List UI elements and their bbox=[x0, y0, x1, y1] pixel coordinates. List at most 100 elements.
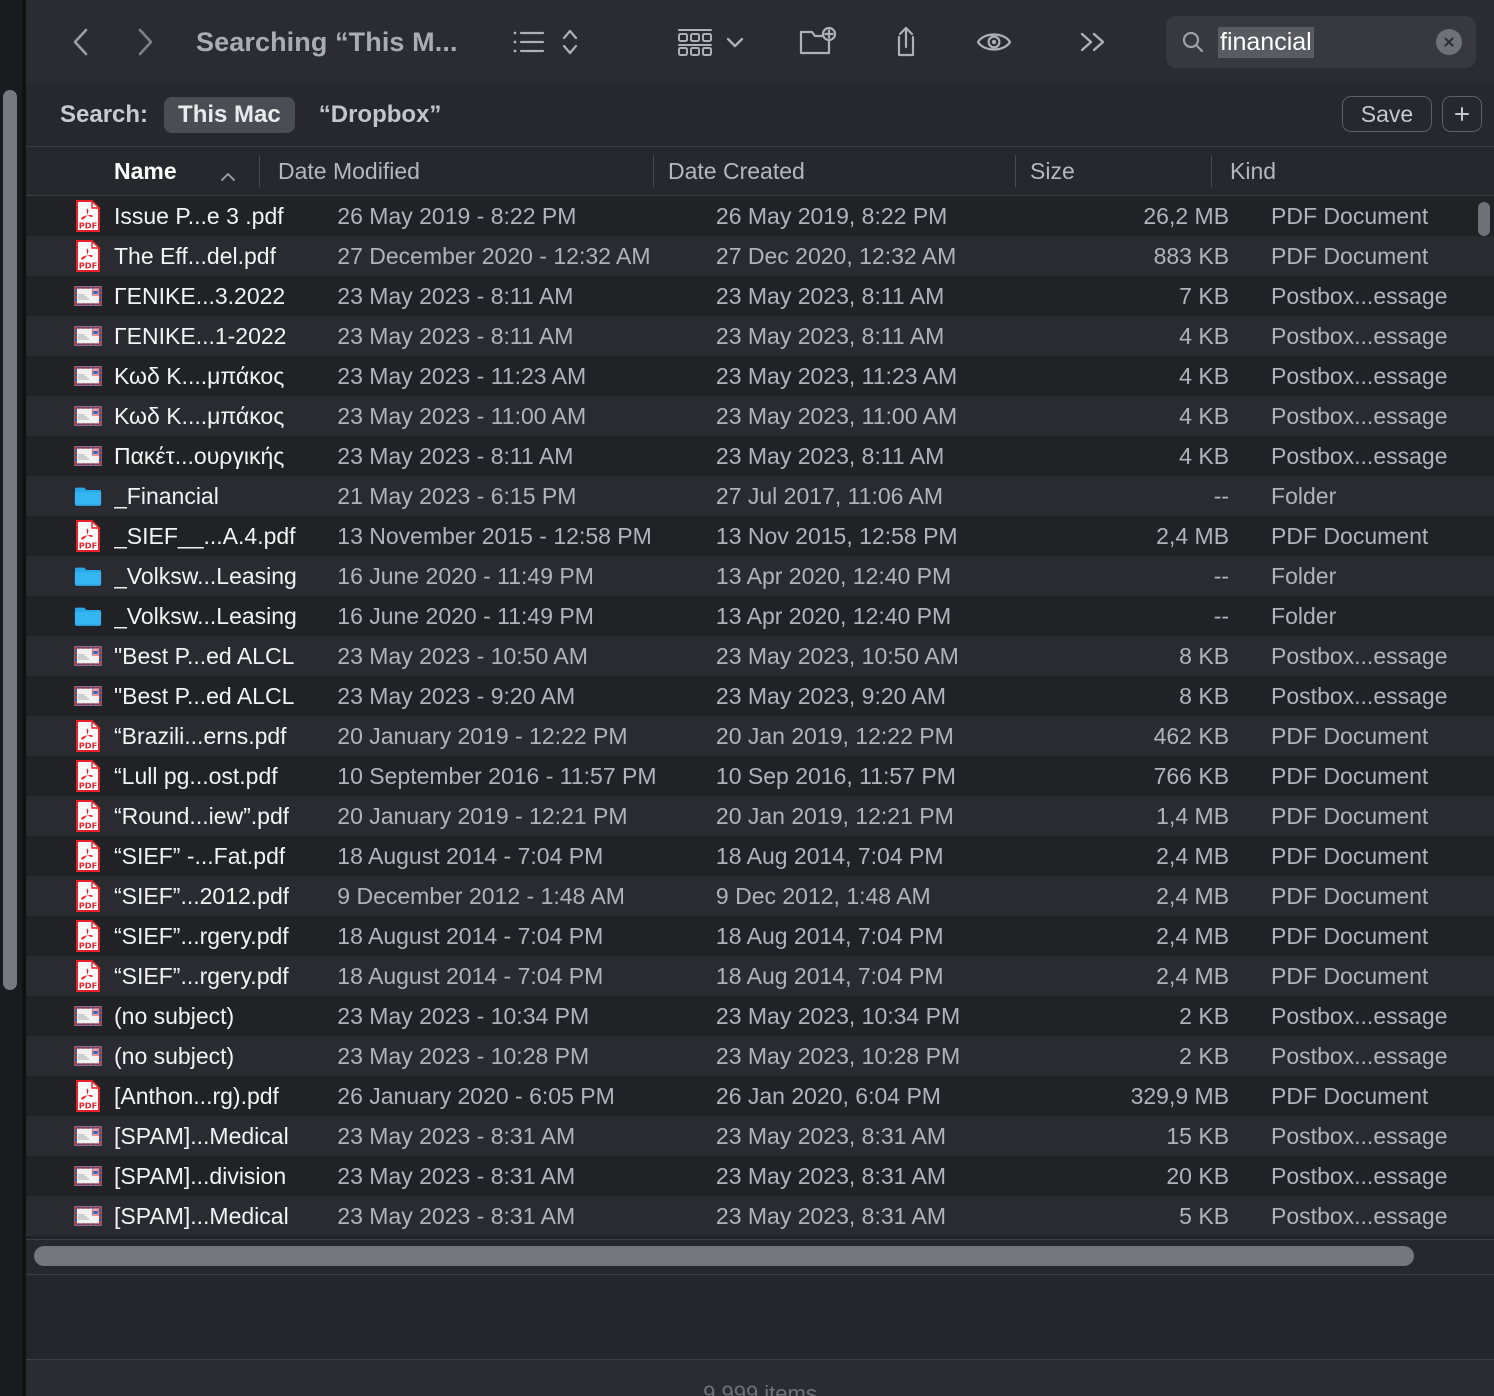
chevron-left-icon[interactable] bbox=[68, 25, 94, 59]
double-chevron-right-icon[interactable] bbox=[1076, 28, 1110, 56]
size-cell: 4 KB bbox=[1064, 356, 1253, 396]
file-name-cell[interactable]: PDF[Anthon...rg).pdf bbox=[26, 1076, 337, 1116]
file-name-cell[interactable]: "Best P...ed ALCL bbox=[26, 676, 337, 716]
table-row[interactable]: ΓΕΝΙΚΕ...1-202223 May 2023 - 8:11 AM23 M… bbox=[26, 316, 1494, 356]
table-row[interactable]: PDF“Brazili...erns.pdf20 January 2019 - … bbox=[26, 716, 1494, 756]
date-created-cell: 23 May 2023, 11:00 AM bbox=[716, 396, 1064, 436]
table-row[interactable]: PDF“Lull pg...ost.pdf10 September 2016 -… bbox=[26, 756, 1494, 796]
table-row[interactable]: _Volksw...Leasing16 June 2020 - 11:49 PM… bbox=[26, 556, 1494, 596]
clear-circle-icon[interactable] bbox=[1436, 29, 1462, 55]
file-name-cell[interactable]: PDFIssue P...e 3 .pdf bbox=[26, 196, 337, 236]
table-row[interactable]: PDF[Anthon...rg).pdf26 January 2020 - 6:… bbox=[26, 1076, 1494, 1116]
column-header-date-created[interactable]: Date Created bbox=[654, 147, 1016, 195]
file-name-cell[interactable]: ΓΕΝΙΚΕ...3.2022 bbox=[26, 276, 337, 316]
column-header-kind[interactable]: Kind bbox=[1212, 147, 1462, 195]
kind-cell: PDF Document bbox=[1253, 836, 1494, 876]
table-row[interactable]: PDFThe Eff...del.pdf27 December 2020 - 1… bbox=[26, 236, 1494, 276]
file-name-cell[interactable]: [SPAM]...Medical bbox=[26, 1116, 337, 1156]
file-list[interactable]: PDFIssue P...e 3 .pdf26 May 2019 - 8:22 … bbox=[26, 196, 1494, 1239]
file-name-cell[interactable]: (no subject) bbox=[26, 1036, 337, 1076]
size-cell: 8 KB bbox=[1064, 676, 1253, 716]
file-name-cell[interactable]: _Financial bbox=[26, 476, 337, 516]
file-name-cell[interactable]: _Volksw...Leasing bbox=[26, 596, 337, 636]
list-view-icon[interactable] bbox=[512, 28, 546, 56]
search-scope-label: Search: bbox=[60, 101, 148, 129]
table-row[interactable]: PDF_SIEF__...A.4.pdf13 November 2015 - 1… bbox=[26, 516, 1494, 556]
date-modified-cell: 23 May 2023 - 8:11 AM bbox=[337, 276, 716, 316]
file-name-cell[interactable]: PDF“SIEF” -...Fat.pdf bbox=[26, 836, 337, 876]
chevron-right-icon[interactable] bbox=[132, 25, 158, 59]
date-created-cell: 27 Dec 2020, 12:32 AM bbox=[716, 236, 1064, 276]
table-row[interactable]: PDF“SIEF”...rgery.pdf18 August 2014 - 7:… bbox=[26, 956, 1494, 996]
scope-option-this-mac[interactable]: This Mac bbox=[164, 97, 295, 133]
table-row[interactable]: PDF“SIEF” -...Fat.pdf18 August 2014 - 7:… bbox=[26, 836, 1494, 876]
table-row[interactable]: Κωδ Κ....μπάκος23 May 2023 - 11:23 AM23 … bbox=[26, 356, 1494, 396]
share-icon[interactable] bbox=[890, 24, 922, 60]
file-name-cell[interactable]: _Volksw...Leasing bbox=[26, 556, 337, 596]
table-row[interactable]: Κωδ Κ....μπάκος23 May 2023 - 11:00 AM23 … bbox=[26, 396, 1494, 436]
date-created-cell: 23 May 2023, 8:31 AM bbox=[716, 1156, 1064, 1196]
file-list-vertical-scrollbar-thumb[interactable] bbox=[1478, 202, 1490, 236]
size-cell: 4 KB bbox=[1064, 316, 1253, 356]
table-row[interactable]: [SPAM]...Medical23 May 2023 - 8:31 AM23 … bbox=[26, 1196, 1494, 1236]
file-name-cell[interactable]: Κωδ Κ....μπάκος bbox=[26, 396, 337, 436]
table-row[interactable]: PDFIssue P...e 3 .pdf26 May 2019 - 8:22 … bbox=[26, 196, 1494, 236]
search-scope-bar: Search: This Mac “Dropbox” Save bbox=[26, 84, 1494, 147]
svg-text:PDF: PDF bbox=[79, 1100, 97, 1110]
file-name-cell[interactable]: PDF“SIEF”...2012.pdf bbox=[26, 876, 337, 916]
file-name-cell[interactable]: PDFThe Eff...del.pdf bbox=[26, 236, 337, 276]
file-name-cell[interactable]: PDF_SIEF__...A.4.pdf bbox=[26, 516, 337, 556]
page-vertical-scrollbar[interactable] bbox=[0, 0, 22, 1396]
file-name-cell[interactable]: PDF“Brazili...erns.pdf bbox=[26, 716, 337, 756]
column-header-name[interactable]: Name bbox=[26, 147, 260, 195]
file-name-cell[interactable]: Πακέτ...ουργικής bbox=[26, 436, 337, 476]
table-row[interactable]: PDF“SIEF”...rgery.pdf18 August 2014 - 7:… bbox=[26, 916, 1494, 956]
table-row[interactable]: "Best P...ed ALCL23 May 2023 - 9:20 AM23… bbox=[26, 676, 1494, 716]
table-row[interactable]: Πακέτ...ουργικής23 May 2023 - 8:11 AM23 … bbox=[26, 436, 1494, 476]
size-cell: 2 KB bbox=[1064, 996, 1253, 1036]
file-list-horizontal-scrollbar-thumb[interactable] bbox=[34, 1246, 1414, 1266]
table-row[interactable]: ΓΕΝΙΚΕ...3.202223 May 2023 - 8:11 AM23 M… bbox=[26, 276, 1494, 316]
kind-cell: PDF Document bbox=[1253, 916, 1494, 956]
file-name-cell[interactable]: ΓΕΝΙΚΕ...1-2022 bbox=[26, 316, 337, 356]
file-name-cell[interactable]: [SPAM]...Medical bbox=[26, 1196, 337, 1236]
kind-cell: PDF Document bbox=[1253, 716, 1494, 756]
eye-icon[interactable] bbox=[974, 27, 1014, 57]
file-name-cell[interactable]: PDF“Lull pg...ost.pdf bbox=[26, 756, 337, 796]
table-row[interactable]: "Best P...ed ALCL23 May 2023 - 10:50 AM2… bbox=[26, 636, 1494, 676]
add-criteria-button[interactable] bbox=[1442, 96, 1482, 132]
table-row[interactable]: (no subject)23 May 2023 - 10:34 PM23 May… bbox=[26, 996, 1494, 1036]
table-row[interactable]: PDF“Round...iew”.pdf20 January 2019 - 12… bbox=[26, 796, 1494, 836]
file-list-horizontal-scrollbar[interactable] bbox=[26, 1239, 1494, 1274]
file-name-cell[interactable]: PDF“SIEF”...rgery.pdf bbox=[26, 916, 337, 956]
table-row[interactable]: [SPAM]...division23 May 2023 - 8:31 AM23… bbox=[26, 1156, 1494, 1196]
file-name-cell[interactable]: [SPAM]...division bbox=[26, 1156, 337, 1196]
page-vertical-scrollbar-thumb[interactable] bbox=[3, 90, 17, 990]
group-by-icon[interactable] bbox=[676, 26, 714, 58]
column-header-size[interactable]: Size bbox=[1016, 147, 1212, 195]
file-name-cell[interactable]: PDF“SIEF”...rgery.pdf bbox=[26, 956, 337, 996]
file-name-cell[interactable]: PDF“Round...iew”.pdf bbox=[26, 796, 337, 836]
table-row[interactable]: (no subject)23 May 2023 - 10:28 PM23 May… bbox=[26, 1036, 1494, 1076]
new-folder-icon[interactable] bbox=[798, 25, 838, 59]
chevron-down-icon[interactable] bbox=[724, 34, 746, 50]
column-header-date-modified[interactable]: Date Modified bbox=[260, 147, 654, 195]
date-modified-cell: 18 August 2014 - 7:04 PM bbox=[337, 836, 716, 876]
file-name-label: (no subject) bbox=[114, 1043, 234, 1070]
table-row[interactable]: _Financial21 May 2023 - 6:15 PM27 Jul 20… bbox=[26, 476, 1494, 516]
sort-updown-icon[interactable] bbox=[560, 26, 580, 58]
file-name-cell[interactable]: Κωδ Κ....μπάκος bbox=[26, 356, 337, 396]
svg-text:PDF: PDF bbox=[79, 740, 97, 750]
table-row[interactable]: PDF“SIEF”...2012.pdf9 December 2012 - 1:… bbox=[26, 876, 1494, 916]
folder-icon bbox=[74, 600, 102, 632]
save-button[interactable]: Save bbox=[1342, 96, 1432, 132]
date-modified-cell: 23 May 2023 - 8:11 AM bbox=[337, 436, 716, 476]
scope-option-dropbox[interactable]: “Dropbox” bbox=[305, 97, 456, 133]
svg-text:PDF: PDF bbox=[79, 780, 97, 790]
table-row[interactable]: _Volksw...Leasing16 June 2020 - 11:49 PM… bbox=[26, 596, 1494, 636]
search-input[interactable]: financial bbox=[1166, 16, 1476, 68]
file-name-cell[interactable]: (no subject) bbox=[26, 996, 337, 1036]
table-row[interactable]: [SPAM]...Medical23 May 2023 - 8:31 AM23 … bbox=[26, 1116, 1494, 1156]
file-name-cell[interactable]: "Best P...ed ALCL bbox=[26, 636, 337, 676]
search-input-value[interactable]: financial bbox=[1218, 27, 1314, 58]
